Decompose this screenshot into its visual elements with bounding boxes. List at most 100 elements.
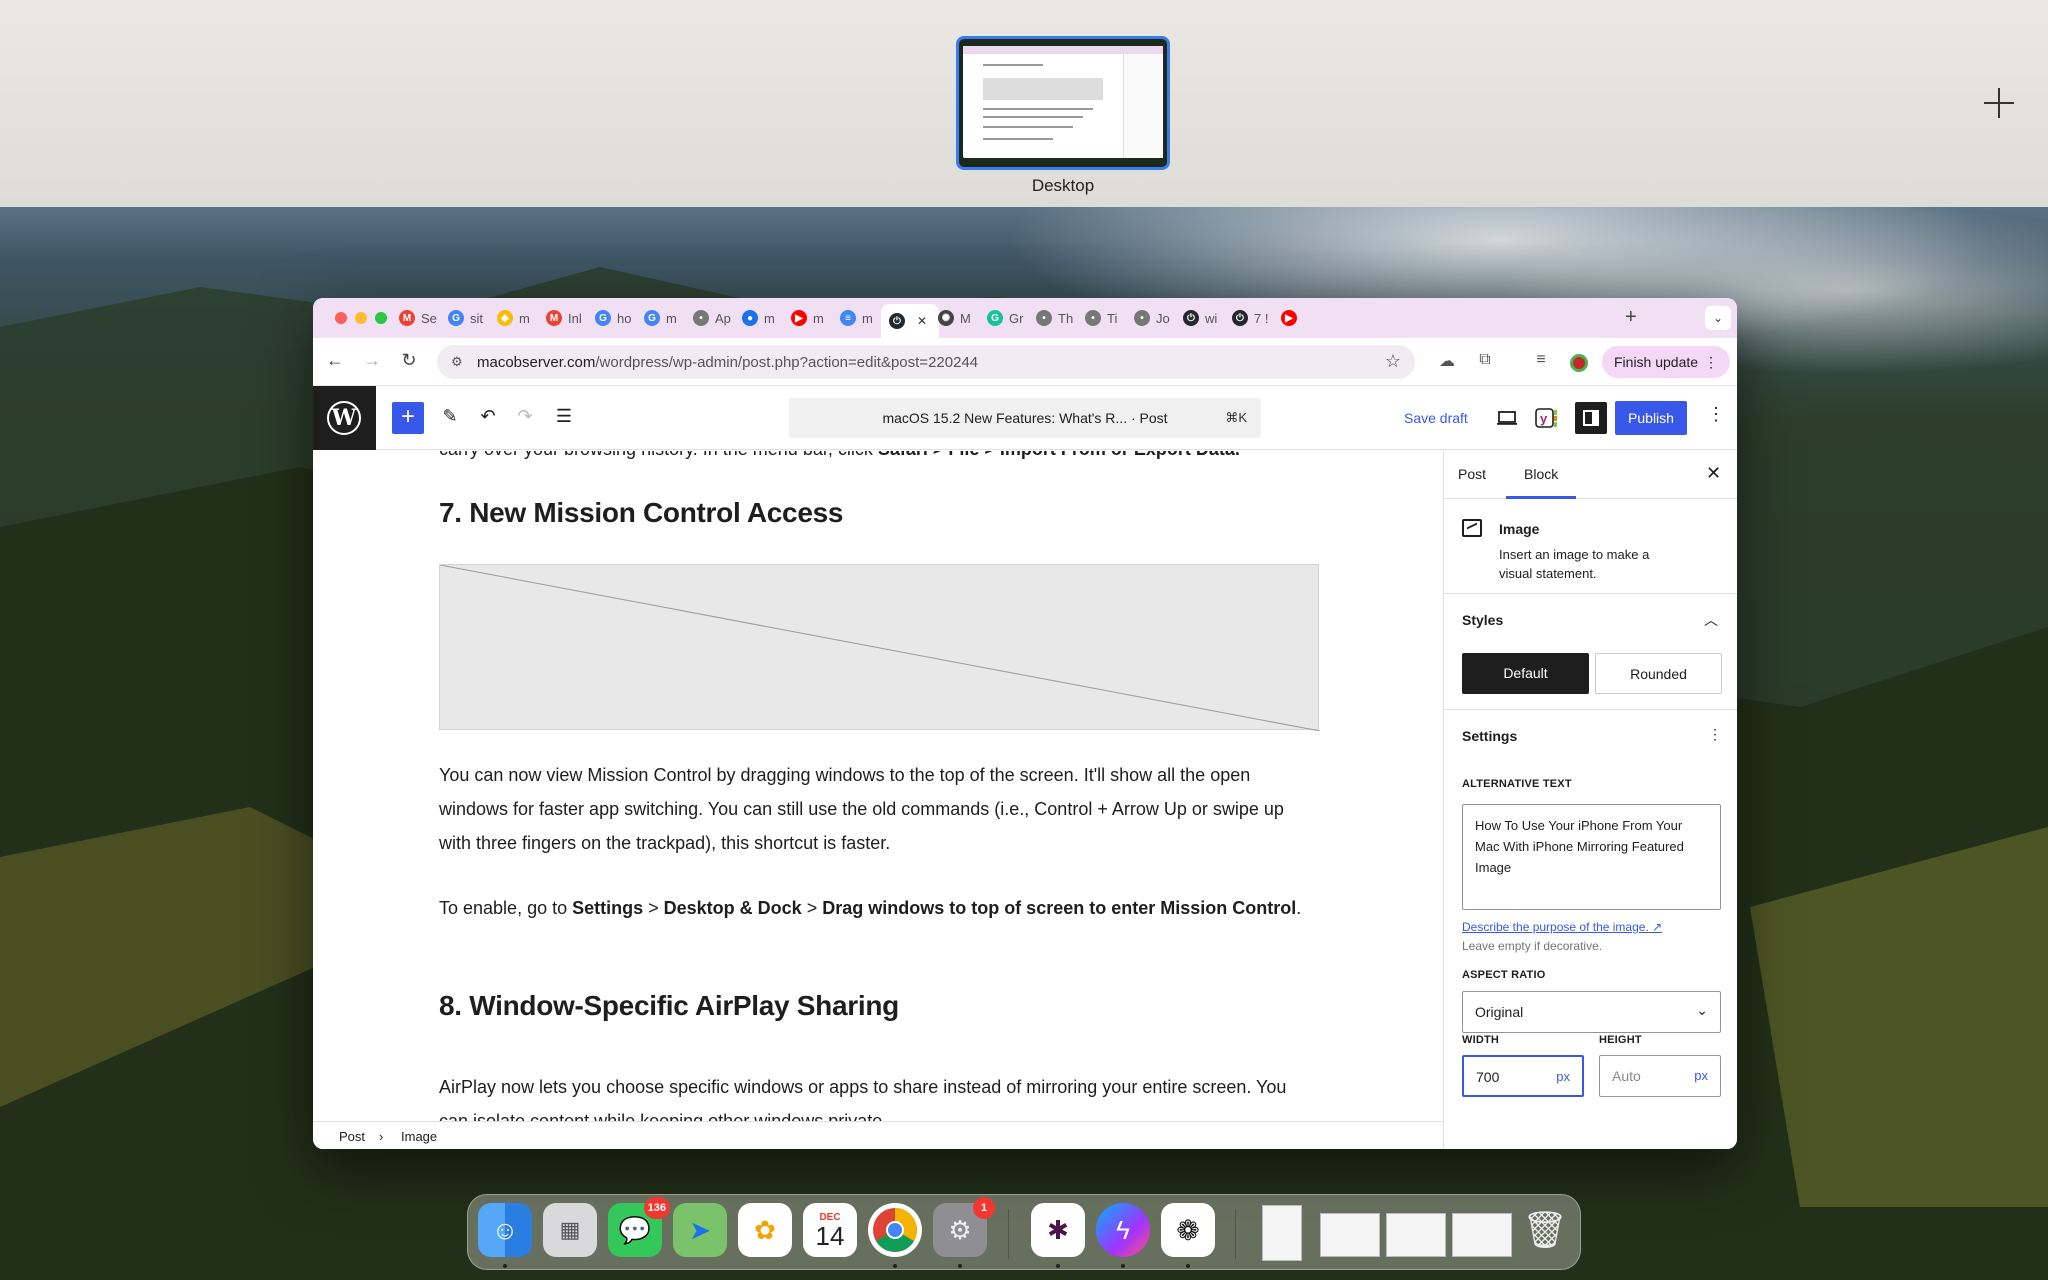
browser-tab[interactable]: • Ap bbox=[685, 304, 731, 332]
browser-tab[interactable]: ✺ M bbox=[930, 304, 976, 332]
new-tab-plus-icon[interactable]: + bbox=[1625, 306, 1637, 329]
height-unit[interactable]: px bbox=[1694, 1068, 1708, 1083]
alt-text-label: ALTERNATIVE TEXT bbox=[1462, 778, 1572, 790]
document-title-bar[interactable]: macOS 15.2 New Features: What's R... · P… bbox=[789, 398, 1261, 438]
chatgpt-icon[interactable]: ❁ bbox=[1161, 1203, 1215, 1257]
paragraph-airplay[interactable]: AirPlay now lets you choose specific win… bbox=[439, 1070, 1319, 1121]
tab-post[interactable]: Post bbox=[1458, 466, 1486, 482]
alt-text-input[interactable] bbox=[1462, 804, 1721, 910]
settings-more-vertical-icon[interactable]: ⋮ bbox=[1708, 726, 1722, 743]
chrome-icon[interactable] bbox=[868, 1203, 922, 1257]
browser-tab[interactable]: ▶ bbox=[1273, 304, 1319, 332]
browser-tab[interactable]: ◆ m bbox=[489, 304, 535, 332]
zoom-window-button[interactable] bbox=[375, 312, 387, 324]
browser-tab[interactable]: M Se bbox=[391, 304, 437, 332]
tab-label: Inl bbox=[568, 310, 582, 326]
tab-label: m bbox=[666, 310, 677, 326]
paragraph-enable-steps[interactable]: To enable, go to Settings > Desktop & Do… bbox=[439, 891, 1319, 925]
settings-sidebar-toggle[interactable] bbox=[1575, 402, 1607, 434]
style-default-button[interactable]: Default bbox=[1462, 653, 1589, 694]
breadcrumb-post[interactable]: Post bbox=[339, 1129, 365, 1144]
messages-icon[interactable]: 💬 136 bbox=[608, 1197, 670, 1257]
maps-icon[interactable]: ➤ bbox=[673, 1203, 727, 1257]
wordpress-power-icon: ⏻ bbox=[1232, 310, 1248, 326]
tab-strip: M Se Gsit ◆ m M Inl Gho Gm • Ap ● m ▶ m ≡ m ⏻ ✕ ✺ M G Gr • Th • Ti… bbox=[313, 298, 1737, 338]
width-unit[interactable]: px bbox=[1556, 1069, 1570, 1084]
document-overview-icon[interactable]: ☰ bbox=[552, 406, 576, 427]
settings-title[interactable]: Settings bbox=[1462, 728, 1517, 744]
tools-pencil-icon[interactable]: ✎ bbox=[438, 406, 462, 427]
trash-icon[interactable]: 🗑 bbox=[1518, 1203, 1572, 1257]
close-tab-icon[interactable]: ✕ bbox=[917, 314, 927, 328]
wordpress-logo-icon[interactable]: W bbox=[313, 386, 376, 450]
browser-tab[interactable]: ≡ m bbox=[832, 304, 878, 332]
tab-block[interactable]: Block bbox=[1524, 466, 1558, 482]
extensions-puzzle-icon[interactable]: ⧉ bbox=[1474, 351, 1496, 369]
site-info-icon[interactable]: ⚙ bbox=[451, 354, 463, 370]
yoast-seo-icon[interactable]: y bbox=[1534, 406, 1558, 430]
aspect-ratio-select[interactable]: Original ⌄ bbox=[1462, 991, 1721, 1033]
recent-screenshot-thumbnail[interactable] bbox=[1386, 1213, 1446, 1257]
chevron-up-icon[interactable]: ︿ bbox=[1704, 610, 1718, 630]
browser-tab[interactable]: M Inl bbox=[538, 304, 584, 332]
back-arrow-icon[interactable]: ← bbox=[323, 350, 347, 371]
finish-update-button[interactable]: Finish update ⋮ bbox=[1602, 346, 1730, 378]
close-sidebar-icon[interactable]: ✕ bbox=[1706, 463, 1721, 484]
messenger-icon[interactable]: ϟ bbox=[1096, 1203, 1150, 1257]
browser-tab[interactable]: ▶ m bbox=[783, 304, 829, 332]
recent-document-thumbnail[interactable] bbox=[1262, 1205, 1302, 1261]
browser-tab[interactable]: • Th bbox=[1028, 304, 1074, 332]
finder-icon[interactable]: ☺ bbox=[478, 1203, 532, 1257]
style-rounded-button[interactable]: Rounded bbox=[1595, 653, 1722, 694]
browser-tab[interactable]: ● m bbox=[734, 304, 780, 332]
minimize-window-button[interactable] bbox=[355, 312, 367, 324]
block-inserter-plus-button[interactable]: + bbox=[392, 402, 424, 434]
address-bar[interactable]: ⚙ macobserver.com/wordpress/wp-admin/pos… bbox=[437, 345, 1415, 379]
publish-button[interactable]: Publish bbox=[1615, 401, 1687, 435]
profile-avatar[interactable] bbox=[1570, 354, 1588, 372]
width-input[interactable]: 700 px bbox=[1462, 1055, 1584, 1097]
launchpad-icon[interactable]: ▦ bbox=[543, 1203, 597, 1257]
browser-tab[interactable]: Gho bbox=[587, 304, 633, 332]
command-palette-shortcut: ⌘K bbox=[1225, 410, 1247, 425]
height-input[interactable]: Auto px bbox=[1599, 1055, 1721, 1097]
recent-screenshot-thumbnail[interactable] bbox=[1452, 1213, 1512, 1257]
browser-tab[interactable]: ⏻ wi bbox=[1175, 304, 1221, 332]
styles-title[interactable]: Styles bbox=[1462, 612, 1503, 628]
describe-purpose-link[interactable]: Describe the purpose of the image. ↗ bbox=[1462, 920, 1662, 934]
preview-laptop-icon[interactable] bbox=[1495, 406, 1519, 430]
browser-tab[interactable]: • Jo bbox=[1126, 304, 1172, 332]
save-draft-button[interactable]: Save draft bbox=[1404, 410, 1468, 426]
tab-label: Ti bbox=[1107, 310, 1118, 326]
paragraph-mission-control[interactable]: You can now view Mission Control by drag… bbox=[439, 758, 1319, 860]
forward-arrow-icon[interactable]: → bbox=[360, 350, 384, 371]
desktop-space-thumbnail[interactable] bbox=[956, 36, 1170, 170]
recent-screenshot-thumbnail[interactable] bbox=[1320, 1213, 1380, 1257]
image-block-placeholder[interactable] bbox=[439, 564, 1321, 732]
close-window-button[interactable] bbox=[335, 312, 347, 324]
browser-tab[interactable]: Gsit bbox=[440, 304, 486, 332]
system-settings-icon[interactable]: ⚙ 1 bbox=[933, 1197, 995, 1257]
breadcrumb-image[interactable]: Image bbox=[401, 1129, 437, 1144]
options-kebab-icon[interactable]: ⋮ bbox=[1707, 404, 1725, 425]
redo-icon[interactable]: ↷ bbox=[513, 406, 537, 427]
add-space-plus-icon[interactable] bbox=[1984, 88, 2014, 118]
undo-icon[interactable]: ↶ bbox=[476, 406, 500, 427]
browser-tab[interactable]: ⏻ 7 ! bbox=[1224, 304, 1270, 332]
extension-cloud-icon[interactable]: ☁ bbox=[1436, 351, 1458, 371]
browser-tab[interactable]: • Ti bbox=[1077, 304, 1123, 332]
browser-tab[interactable]: Gm bbox=[636, 304, 682, 332]
media-controls-icon[interactable]: ≡ bbox=[1530, 351, 1552, 369]
photos-icon[interactable]: ✿ bbox=[738, 1203, 792, 1257]
heading-7[interactable]: 7. New Mission Control Access bbox=[439, 497, 1319, 529]
bookmark-star-icon[interactable]: ☆ bbox=[1385, 351, 1401, 372]
slack-icon[interactable]: ✱ bbox=[1031, 1203, 1085, 1257]
browser-tab[interactable]: G Gr bbox=[979, 304, 1025, 332]
heading-8[interactable]: 8. Window-Specific AirPlay Sharing bbox=[439, 990, 1319, 1022]
clipped-paragraph[interactable]: carry over your browsing history. In the… bbox=[439, 451, 1319, 460]
aspect-ratio-label: ASPECT RATIO bbox=[1462, 969, 1546, 981]
tab-search-chevron-icon[interactable]: ⌄ bbox=[1705, 306, 1731, 330]
calendar-icon[interactable]: DEC 14 bbox=[803, 1203, 857, 1257]
messages-badge: 136 bbox=[643, 1197, 670, 1219]
reload-icon[interactable]: ↻ bbox=[397, 350, 421, 371]
